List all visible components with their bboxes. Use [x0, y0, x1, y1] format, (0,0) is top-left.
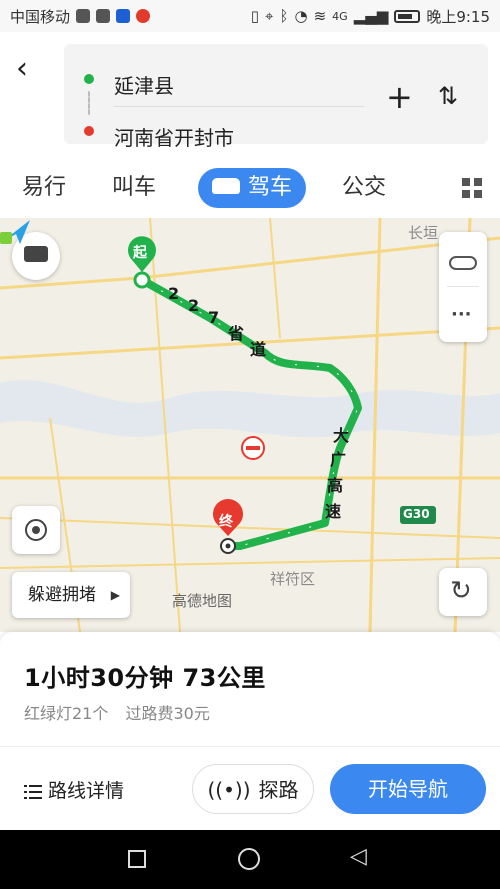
sheet-divider: [0, 746, 500, 747]
refresh-button[interactable]: ↻: [439, 568, 487, 616]
field-divider: [114, 106, 364, 107]
route-header: ‹ 延津县 河南省开封市 + ⇅: [0, 32, 500, 158]
end-location-field[interactable]: 河南省开封市: [114, 122, 234, 151]
road-label-char: 速: [325, 502, 342, 521]
explore-label: 探路: [258, 778, 299, 802]
road-label-char: 2: [168, 284, 180, 303]
wifi-icon: ≋: [313, 7, 327, 25]
road-label-char: 省: [228, 324, 245, 343]
location-icon: ⌖: [265, 7, 274, 25]
route-connector: [88, 91, 90, 115]
swap-route-button[interactable]: ⇅: [438, 84, 458, 108]
toll-fee: 过路费30元: [125, 704, 210, 723]
route-summary-sheet: 1小时30分钟 73公里 红绿灯21个 过路费30元 路线详情 ((•)) 探路 …: [0, 632, 500, 830]
route-details-label: 路线详情: [48, 780, 125, 802]
play-arrow-icon: ▶: [110, 588, 120, 602]
refresh-icon: ↻: [450, 576, 472, 606]
tab-easy-travel[interactable]: 易行: [22, 168, 66, 208]
traffic-layer-icon[interactable]: [449, 256, 477, 270]
signal-icon: ▂▄▆: [353, 7, 389, 25]
list-icon: [24, 784, 42, 799]
bluetooth-icon: ᛒ: [279, 7, 289, 25]
more-options-icon[interactable]: ···: [451, 304, 472, 325]
vibrate-icon: ▯: [250, 7, 260, 25]
battery-icon: [394, 9, 421, 23]
road-label-char: 大: [333, 426, 350, 445]
system-nav-bar: ◁: [0, 830, 500, 889]
start-dot-icon: [84, 74, 94, 84]
weibo-icon: [136, 9, 151, 23]
back-nav-icon[interactable]: ◁: [350, 846, 367, 868]
locate-dot: [32, 526, 40, 534]
home-icon[interactable]: [238, 848, 260, 870]
add-waypoint-button[interactable]: +: [386, 81, 413, 113]
app-badge-icon: [116, 9, 131, 23]
more-modes-grid-icon[interactable]: [462, 178, 482, 198]
duration-distance: 1小时30分钟 73公里: [24, 664, 266, 692]
start-location-field[interactable]: 延津县: [114, 70, 174, 99]
road-label-char: 道: [250, 340, 267, 359]
status-bar: 中国移动 ▯ ⌖ ᛒ ◔ ≋ 4G ▂▄▆ 晚上9:15: [0, 0, 500, 32]
map-canvas: [0, 218, 500, 632]
end-marker-label: 终: [219, 514, 233, 530]
road-label-char: 7: [208, 308, 220, 327]
gaode-brand-label: 高德地图: [172, 592, 233, 610]
route-subinfo: 红绿灯21个 过路费30元: [24, 700, 222, 724]
map-view[interactable]: 长垣 祥符区 G30 起 终 2 2 7 省 道 大 广 高 速 ··· 躲避拥…: [0, 218, 500, 632]
carrier-label: 中国移动: [10, 7, 71, 26]
map-tools-panel: ···: [439, 232, 487, 342]
notification-icon: [76, 9, 91, 23]
road-label-char: 高: [327, 476, 344, 495]
gaode-logo-icon: [0, 220, 30, 244]
avoid-congestion-label: 躲避拥堵: [28, 585, 96, 605]
road-label-char: 2: [188, 296, 200, 315]
map-label-changyuan: 长垣: [408, 224, 439, 242]
start-marker-label: 起: [133, 245, 147, 261]
map-label-xiangfu: 祥符区: [270, 570, 316, 588]
locate-button[interactable]: [12, 506, 60, 554]
end-dot-icon: [84, 126, 94, 136]
car-icon: [212, 178, 240, 194]
road-label-char: 广: [330, 450, 347, 469]
start-navigation-button[interactable]: 开始导航: [330, 764, 486, 814]
alarm-icon: ◔: [294, 7, 308, 25]
tab-drive[interactable]: 驾车: [198, 168, 307, 208]
route-input-box: 延津县 河南省开封市 + ⇅: [64, 44, 488, 150]
transport-tabs: 易行 叫车 驾车 公交: [0, 158, 500, 218]
health-icon: [96, 9, 111, 23]
signal-label: 4G: [332, 9, 348, 23]
traffic-lights-count: 红绿灯21个: [24, 704, 109, 723]
panel-divider: [447, 286, 479, 287]
explore-button[interactable]: ((•)) 探路: [192, 764, 314, 814]
radar-icon: ((•)): [207, 778, 251, 802]
clock: 晚上9:15: [426, 7, 490, 26]
chat-bubble-icon: [24, 246, 48, 262]
route-details-button[interactable]: 路线详情: [24, 776, 124, 803]
tab-taxi[interactable]: 叫车: [112, 168, 156, 208]
tab-drive-label: 驾车: [248, 175, 293, 200]
back-arrow-icon[interactable]: ‹: [16, 54, 28, 84]
tab-transit[interactable]: 公交: [342, 168, 386, 208]
recent-apps-icon[interactable]: [128, 850, 146, 868]
g30-shield-label: G30: [403, 507, 430, 521]
avoid-congestion-button[interactable]: 躲避拥堵 ▶: [12, 572, 130, 618]
